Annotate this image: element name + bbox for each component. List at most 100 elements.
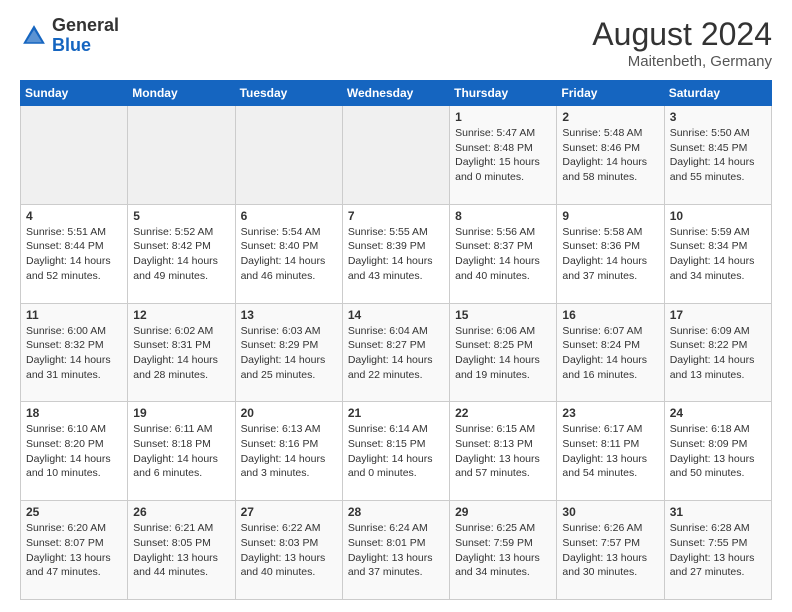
day-number: 23: [562, 406, 658, 420]
day-info: Sunrise: 6:07 AM Sunset: 8:24 PM Dayligh…: [562, 324, 658, 383]
day-number: 30: [562, 505, 658, 519]
day-number: 11: [26, 308, 122, 322]
day-number: 14: [348, 308, 444, 322]
logo-icon: [20, 22, 48, 50]
calendar-cell: 30Sunrise: 6:26 AM Sunset: 7:57 PM Dayli…: [557, 501, 664, 600]
day-info: Sunrise: 6:24 AM Sunset: 8:01 PM Dayligh…: [348, 521, 444, 580]
calendar-cell: 19 Sunrise: 6:11 AM Sunset: 8:18 PM Dayli…: [128, 402, 235, 501]
day-number: 21: [348, 406, 444, 420]
weekday-header-tuesday: Tuesday: [235, 81, 342, 106]
day-number: 25: [26, 505, 122, 519]
calendar-week-1: 1Sunrise: 5:47 AM Sunset: 8:48 PM Daylig…: [21, 106, 772, 205]
day-number: 7: [348, 209, 444, 223]
day-info: Sunrise: 6:17 AM Sunset: 8:11 PM Dayligh…: [562, 422, 658, 481]
calendar-cell: [128, 106, 235, 205]
calendar-cell: 31Sunrise: 6:28 AM Sunset: 7:55 PM Dayli…: [664, 501, 771, 600]
day-number: 6: [241, 209, 337, 223]
calendar-header: SundayMondayTuesdayWednesdayThursdayFrid…: [21, 81, 772, 106]
day-info: Sunrise: 6:21 AM Sunset: 8:05 PM Dayligh…: [133, 521, 229, 580]
calendar-cell: 9 Sunrise: 5:58 AM Sunset: 8:36 PM Daylig…: [557, 204, 664, 303]
calendar-cell: 15 Sunrise: 6:06 AM Sunset: 8:25 PM Dayli…: [450, 303, 557, 402]
day-info: Sunrise: 6:13 AM Sunset: 8:16 PM Dayligh…: [241, 422, 337, 481]
day-number: 5: [133, 209, 229, 223]
calendar-cell: 5 Sunrise: 5:52 AM Sunset: 8:42 PM Daylig…: [128, 204, 235, 303]
day-info: Sunrise: 5:58 AM Sunset: 8:36 PM Dayligh…: [562, 225, 658, 284]
day-info: Sunrise: 6:28 AM Sunset: 7:55 PM Dayligh…: [670, 521, 766, 580]
calendar-cell: 21Sunrise: 6:14 AM Sunset: 8:15 PM Dayli…: [342, 402, 449, 501]
weekday-header-wednesday: Wednesday: [342, 81, 449, 106]
day-info: Sunrise: 6:06 AM Sunset: 8:25 PM Dayligh…: [455, 324, 551, 383]
day-info: Sunrise: 5:52 AM Sunset: 8:42 PM Dayligh…: [133, 225, 229, 284]
calendar-week-3: 11 Sunrise: 6:00 AM Sunset: 8:32 PM Dayli…: [21, 303, 772, 402]
day-number: 8: [455, 209, 551, 223]
calendar-cell: 18 Sunrise: 6:10 AM Sunset: 8:20 PM Dayli…: [21, 402, 128, 501]
day-number: 19: [133, 406, 229, 420]
calendar-cell: 14 Sunrise: 6:04 AM Sunset: 8:27 PM Dayli…: [342, 303, 449, 402]
day-info: Sunrise: 5:55 AM Sunset: 8:39 PM Dayligh…: [348, 225, 444, 284]
logo-blue: Blue: [52, 35, 91, 55]
calendar-cell: 11 Sunrise: 6:00 AM Sunset: 8:32 PM Dayli…: [21, 303, 128, 402]
day-number: 9: [562, 209, 658, 223]
day-number: 13: [241, 308, 337, 322]
calendar-cell: 1Sunrise: 5:47 AM Sunset: 8:48 PM Daylig…: [450, 106, 557, 205]
day-number: 16: [562, 308, 658, 322]
day-info: Sunrise: 6:10 AM Sunset: 8:20 PM Dayligh…: [26, 422, 122, 481]
calendar-week-2: 4Sunrise: 5:51 AM Sunset: 8:44 PM Daylig…: [21, 204, 772, 303]
calendar-cell: 23 Sunrise: 6:17 AM Sunset: 8:11 PM Dayli…: [557, 402, 664, 501]
calendar-cell: 3 Sunrise: 5:50 AM Sunset: 8:45 PM Daylig…: [664, 106, 771, 205]
weekday-header-saturday: Saturday: [664, 81, 771, 106]
calendar-body: 1Sunrise: 5:47 AM Sunset: 8:48 PM Daylig…: [21, 106, 772, 600]
day-number: 15: [455, 308, 551, 322]
day-info: Sunrise: 6:18 AM Sunset: 8:09 PM Dayligh…: [670, 422, 766, 481]
weekday-header-sunday: Sunday: [21, 81, 128, 106]
logo-general: General: [52, 15, 119, 35]
day-info: Sunrise: 6:20 AM Sunset: 8:07 PM Dayligh…: [26, 521, 122, 580]
day-number: 12: [133, 308, 229, 322]
calendar-cell: 22Sunrise: 6:15 AM Sunset: 8:13 PM Dayli…: [450, 402, 557, 501]
calendar-cell: 24 Sunrise: 6:18 AM Sunset: 8:09 PM Dayli…: [664, 402, 771, 501]
calendar-cell: 12Sunrise: 6:02 AM Sunset: 8:31 PM Dayli…: [128, 303, 235, 402]
day-info: Sunrise: 5:50 AM Sunset: 8:45 PM Dayligh…: [670, 126, 766, 185]
calendar-cell: 2Sunrise: 5:48 AM Sunset: 8:46 PM Daylig…: [557, 106, 664, 205]
day-number: 1: [455, 110, 551, 124]
day-number: 24: [670, 406, 766, 420]
day-info: Sunrise: 6:04 AM Sunset: 8:27 PM Dayligh…: [348, 324, 444, 383]
calendar-cell: 29 Sunrise: 6:25 AM Sunset: 7:59 PM Dayli…: [450, 501, 557, 600]
logo-text: General Blue: [52, 16, 119, 56]
calendar-cell: [235, 106, 342, 205]
calendar-cell: 16 Sunrise: 6:07 AM Sunset: 8:24 PM Dayli…: [557, 303, 664, 402]
day-number: 22: [455, 406, 551, 420]
weekday-header-friday: Friday: [557, 81, 664, 106]
logo: General Blue: [20, 16, 119, 56]
calendar-week-5: 25 Sunrise: 6:20 AM Sunset: 8:07 PM Dayli…: [21, 501, 772, 600]
calendar-cell: 27 Sunrise: 6:22 AM Sunset: 8:03 PM Dayli…: [235, 501, 342, 600]
day-info: Sunrise: 6:11 AM Sunset: 8:18 PM Dayligh…: [133, 422, 229, 481]
day-info: Sunrise: 6:03 AM Sunset: 8:29 PM Dayligh…: [241, 324, 337, 383]
day-info: Sunrise: 5:48 AM Sunset: 8:46 PM Dayligh…: [562, 126, 658, 185]
calendar-cell: 8Sunrise: 5:56 AM Sunset: 8:37 PM Daylig…: [450, 204, 557, 303]
calendar-cell: [21, 106, 128, 205]
weekday-header-thursday: Thursday: [450, 81, 557, 106]
calendar-cell: 17Sunrise: 6:09 AM Sunset: 8:22 PM Dayli…: [664, 303, 771, 402]
day-number: 10: [670, 209, 766, 223]
calendar-table: SundayMondayTuesdayWednesdayThursdayFrid…: [20, 80, 772, 600]
calendar-cell: 10Sunrise: 5:59 AM Sunset: 8:34 PM Dayli…: [664, 204, 771, 303]
day-number: 4: [26, 209, 122, 223]
calendar-cell: 20Sunrise: 6:13 AM Sunset: 8:16 PM Dayli…: [235, 402, 342, 501]
day-info: Sunrise: 6:09 AM Sunset: 8:22 PM Dayligh…: [670, 324, 766, 383]
header: General Blue August 2024 Maitenbeth, Ger…: [20, 16, 772, 70]
weekday-header-monday: Monday: [128, 81, 235, 106]
calendar-cell: 13 Sunrise: 6:03 AM Sunset: 8:29 PM Dayli…: [235, 303, 342, 402]
day-number: 27: [241, 505, 337, 519]
day-number: 3: [670, 110, 766, 124]
day-info: Sunrise: 6:25 AM Sunset: 7:59 PM Dayligh…: [455, 521, 551, 580]
day-info: Sunrise: 6:00 AM Sunset: 8:32 PM Dayligh…: [26, 324, 122, 383]
day-info: Sunrise: 6:22 AM Sunset: 8:03 PM Dayligh…: [241, 521, 337, 580]
weekday-row: SundayMondayTuesdayWednesdayThursdayFrid…: [21, 81, 772, 106]
page: General Blue August 2024 Maitenbeth, Ger…: [0, 0, 792, 612]
calendar-cell: [342, 106, 449, 205]
calendar-week-4: 18 Sunrise: 6:10 AM Sunset: 8:20 PM Dayli…: [21, 402, 772, 501]
day-number: 28: [348, 505, 444, 519]
day-number: 29: [455, 505, 551, 519]
day-number: 18: [26, 406, 122, 420]
